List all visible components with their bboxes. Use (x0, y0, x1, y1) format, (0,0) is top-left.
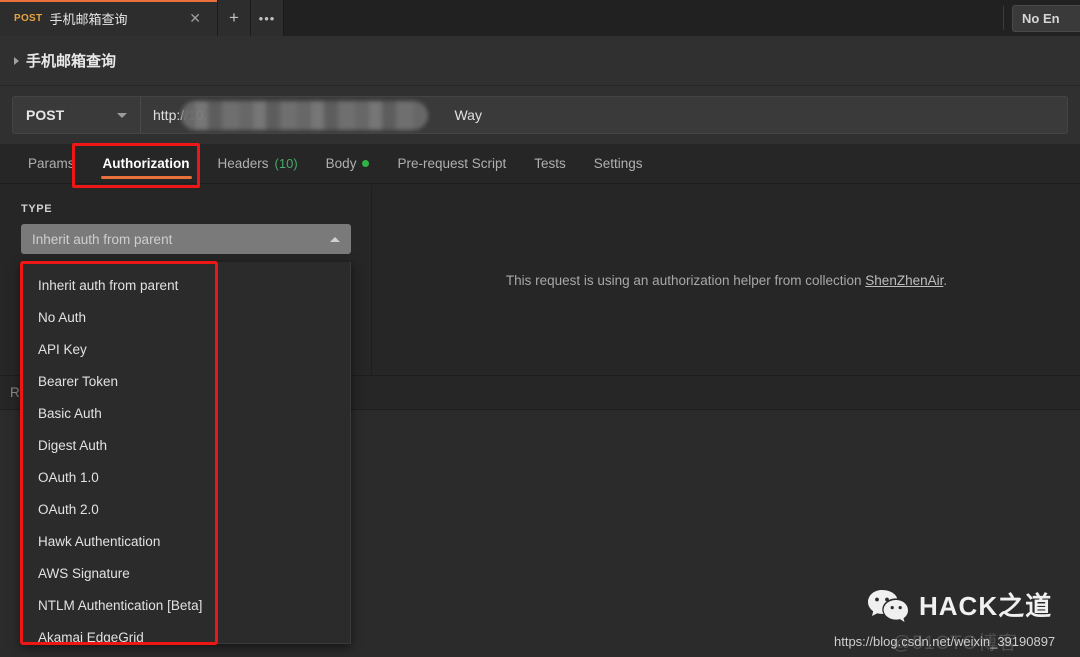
tab-headers[interactable]: Headers (10) (204, 144, 312, 183)
request-section-tabs: Params Authorization Headers (10) Body P… (0, 144, 1080, 184)
dropdown-option-bearer-token[interactable]: Bearer Token (22, 365, 350, 397)
tab-body[interactable]: Body (312, 144, 384, 183)
tab-authorization[interactable]: Authorization (89, 144, 204, 183)
tab-tests[interactable]: Tests (520, 144, 580, 183)
url-bar: POST http://10. Way (12, 96, 1068, 134)
dropdown-option-api-key[interactable]: API Key (22, 333, 350, 365)
chevron-down-icon (117, 112, 127, 118)
body-modified-dot-icon (362, 160, 370, 167)
dropdown-option-hawk-authentication[interactable]: Hawk Authentication (22, 525, 350, 557)
watermark-brand-text: HACK之道 (919, 591, 1053, 621)
tab-headers-label: Headers (217, 156, 269, 171)
tab-title: 手机邮箱查询 (49, 11, 128, 27)
dropdown-option-aws-signature[interactable]: AWS Signature (22, 557, 350, 589)
breadcrumb: 手机邮箱查询 (0, 36, 1080, 86)
new-tab-button[interactable]: + (218, 0, 251, 36)
auth-type-select[interactable]: Inherit auth from parent (21, 224, 351, 254)
dropdown-option-akamai-edgegrid[interactable]: Akamai EdgeGrid (22, 621, 350, 653)
tab-params[interactable]: Params (14, 144, 89, 183)
tab-params-label: Params (28, 156, 75, 171)
request-tab[interactable]: POST 手机邮箱查询 ✕ (0, 0, 218, 36)
tab-headers-count: (10) (274, 156, 298, 171)
tab-pre-request-script[interactable]: Pre-request Script (383, 144, 520, 183)
tab-strip: POST 手机邮箱查询 ✕ + ••• No En (0, 0, 1080, 36)
response-label: R (10, 385, 20, 400)
auth-helper-message-suffix: . (943, 272, 948, 288)
http-method-value: POST (26, 107, 65, 123)
environment-selector[interactable]: No En (1012, 5, 1080, 32)
url-input[interactable]: http://10. Way (141, 97, 1067, 133)
dropdown-option-digest-auth[interactable]: Digest Auth (22, 429, 350, 461)
postman-window: POST 手机邮箱查询 ✕ + ••• No En 手机邮箱查询 POST ht… (0, 0, 1080, 657)
chevron-up-icon (330, 236, 340, 242)
auth-helper-message-prefix: This request is using an authorization h… (505, 272, 866, 288)
collection-link[interactable]: ShenZhenAir (865, 273, 943, 288)
http-method-select[interactable]: POST (13, 97, 141, 133)
auth-helper-message: This request is using an authorization h… (506, 273, 947, 288)
breadcrumb-label: 手机邮箱查询 (26, 53, 117, 70)
auth-type-dropdown-menu[interactable]: Inherit auth from parent No Auth API Key… (21, 262, 351, 645)
tab-tests-label: Tests (534, 156, 566, 171)
tab-overflow-menu-icon[interactable]: ••• (251, 0, 284, 36)
watermark-brand: HACK之道 (866, 588, 1052, 624)
tab-strip-spacer (284, 0, 995, 36)
close-icon[interactable]: ✕ (185, 9, 205, 27)
watermark-url-text: https://blog.csdn.net/weixin_39190897 (834, 634, 1056, 649)
dropdown-option-inherit-auth-from-parent[interactable]: Inherit auth from parent (22, 269, 350, 301)
wechat-icon (868, 590, 908, 622)
dropdown-option-oauth-2-0[interactable]: OAuth 2.0 (22, 493, 350, 525)
toolbar-divider (1003, 6, 1004, 30)
tab-settings[interactable]: Settings (580, 144, 657, 183)
authorization-right-pane: This request is using an authorization h… (373, 185, 1080, 375)
dropdown-option-no-auth[interactable]: No Auth (22, 301, 350, 333)
url-suffix: Way (454, 107, 482, 123)
auth-type-value: Inherit auth from parent (32, 231, 173, 247)
tab-body-label: Body (325, 156, 357, 171)
tab-method-label: POST (14, 12, 43, 24)
url-bar-row: POST http://10. Way (0, 86, 1080, 144)
auth-type-label: TYPE (21, 203, 53, 215)
dropdown-option-ntlm-authentication-beta[interactable]: NTLM Authentication [Beta] (22, 589, 350, 621)
url-redaction-overlay (181, 101, 428, 130)
dropdown-option-basic-auth[interactable]: Basic Auth (22, 397, 350, 429)
tab-settings-label: Settings (593, 156, 643, 171)
tab-authorization-label: Authorization (102, 156, 190, 171)
dropdown-option-oauth-1-0[interactable]: OAuth 1.0 (22, 461, 350, 493)
tab-pre-request-script-label: Pre-request Script (397, 156, 507, 171)
chevron-right-icon[interactable] (14, 56, 19, 65)
